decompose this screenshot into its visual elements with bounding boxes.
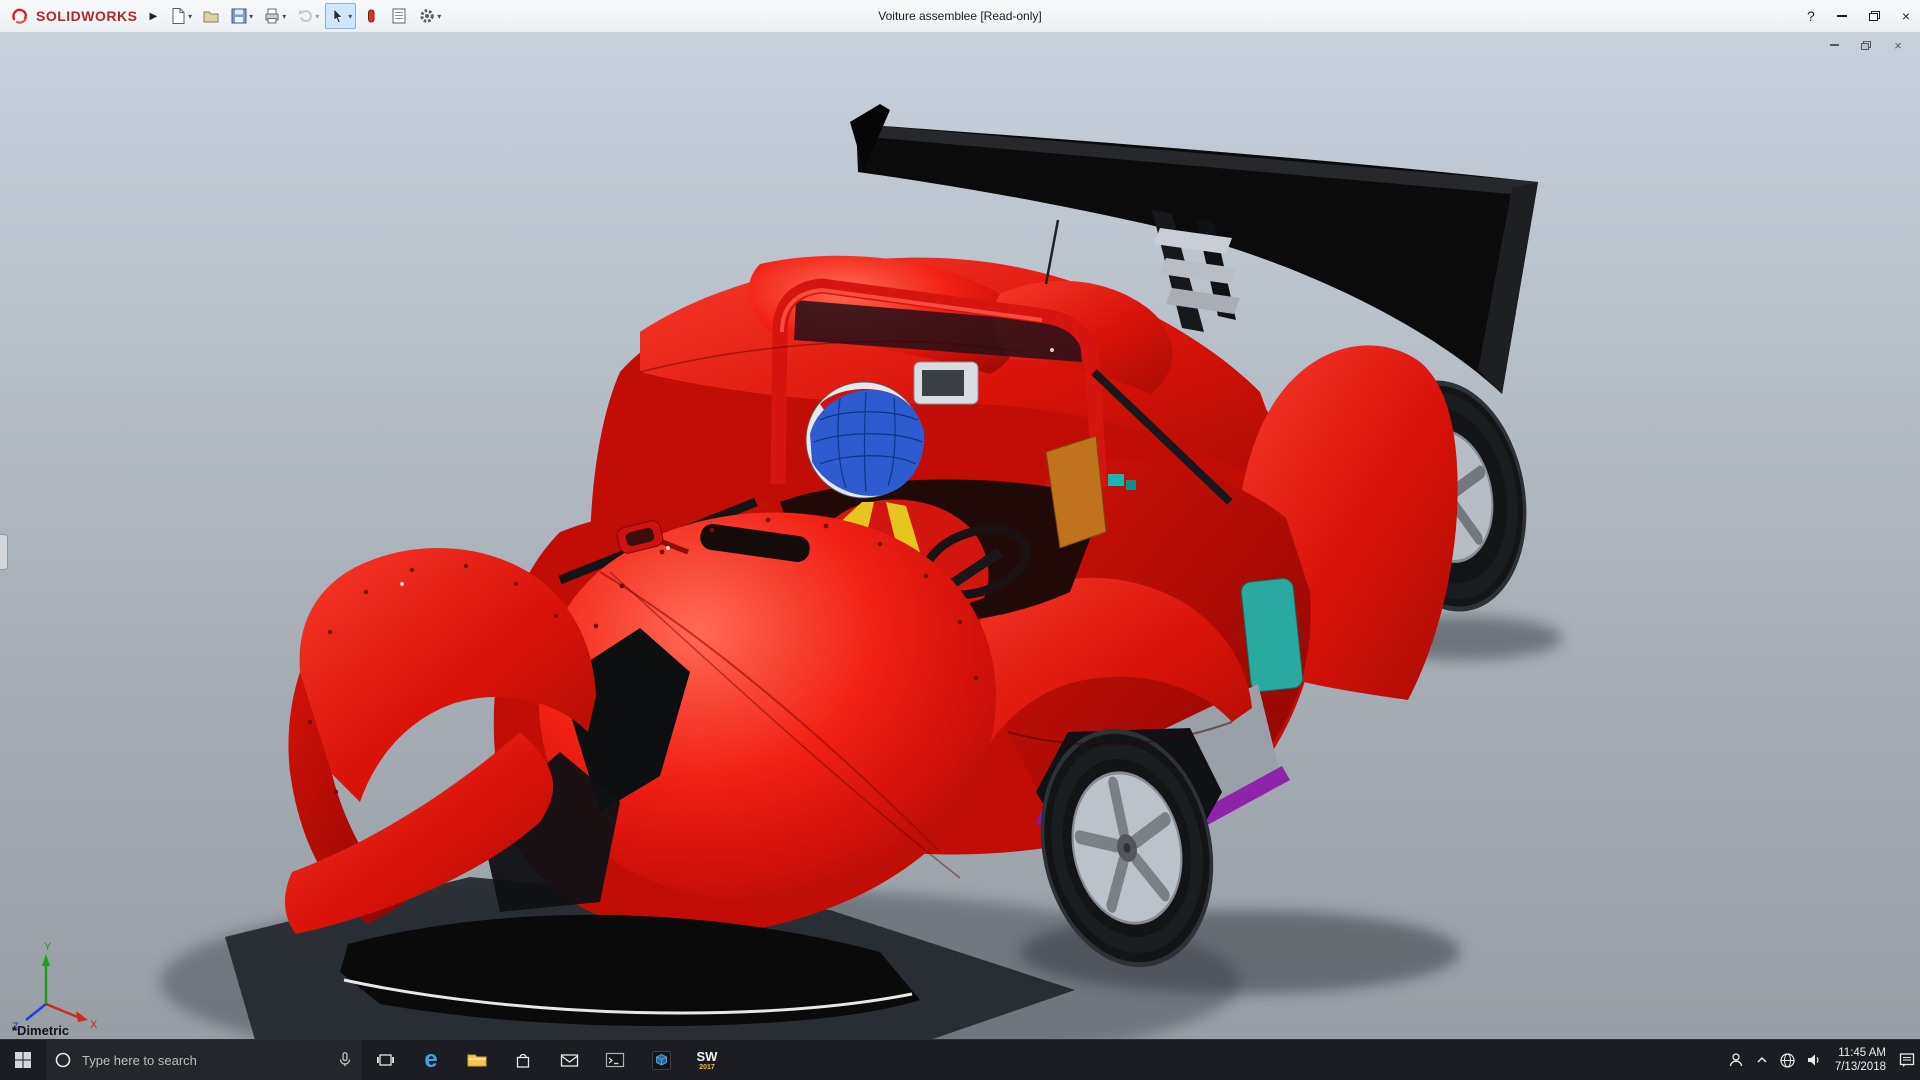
brand-wordmark: SOLIDWORKS	[36, 8, 137, 24]
print-button[interactable]: ▾	[259, 3, 290, 29]
system-tray: 11:45 AM 7/13/2018	[1723, 1040, 1920, 1080]
options-gear-icon	[418, 7, 436, 25]
file-explorer-button[interactable]	[454, 1040, 500, 1080]
restore-icon	[1869, 11, 1880, 21]
cortana-circle-icon	[54, 1051, 72, 1069]
start-button[interactable]	[0, 1040, 46, 1080]
cube-app-icon	[652, 1051, 671, 1070]
store-button[interactable]	[500, 1040, 546, 1080]
select-tool-button[interactable]: ▾	[325, 3, 356, 29]
windows-taskbar: e SW 2017	[0, 1039, 1920, 1080]
mail-button[interactable]	[546, 1040, 592, 1080]
axis-y-label: Y	[44, 941, 52, 953]
minimize-icon	[1837, 15, 1847, 17]
new-document-button[interactable]: ▾	[165, 3, 196, 29]
volume-icon	[1805, 1051, 1823, 1069]
file-explorer-icon	[467, 1051, 487, 1069]
close-button[interactable]: ×	[1902, 0, 1910, 32]
titlebar: SOLIDWORKS ▶ ▾ ▾	[0, 0, 1920, 33]
start-icon	[14, 1051, 32, 1069]
volume-button[interactable]	[1801, 1051, 1827, 1069]
network-icon	[1779, 1052, 1796, 1069]
restore-button[interactable]	[1869, 0, 1880, 32]
toolbar-flyout-arrow[interactable]: ▶	[149, 11, 157, 22]
dropdown-arrow[interactable]: ▾	[315, 12, 319, 21]
chevron-up-icon	[1755, 1053, 1769, 1067]
solidworks-app-year: 2017	[699, 1064, 715, 1071]
people-button[interactable]	[1723, 1051, 1749, 1069]
window-controls: ? ×	[1807, 0, 1910, 32]
featuremanager-collapse-tab[interactable]	[0, 534, 8, 570]
edge-icon: e	[424, 1046, 437, 1074]
doc-close-button[interactable]: ×	[1890, 38, 1906, 52]
help-button[interactable]: ?	[1807, 0, 1815, 32]
new-document-icon	[169, 7, 187, 25]
undo-button[interactable]: ▾	[292, 3, 323, 29]
command-prompt-icon	[605, 1051, 625, 1069]
people-icon	[1727, 1051, 1745, 1069]
select-cursor-icon	[329, 7, 347, 25]
solidworks-app-icon: SW	[697, 1050, 718, 1063]
print-icon	[263, 7, 281, 25]
undo-icon	[296, 7, 314, 25]
search-input[interactable]	[80, 1052, 328, 1069]
document-window-controls: ×	[1826, 38, 1906, 52]
doc-restore-button[interactable]	[1858, 38, 1874, 52]
dropdown-arrow[interactable]: ▾	[437, 12, 441, 21]
orientation-triad: Y X Z	[12, 941, 98, 1033]
ds-logo-icon	[10, 6, 30, 26]
solidworks-logo: SOLIDWORKS	[0, 0, 147, 32]
cube-app-button[interactable]	[638, 1040, 684, 1080]
tray-expand-button[interactable]	[1749, 1053, 1775, 1067]
dropdown-arrow[interactable]: ▾	[249, 12, 253, 21]
dropdown-arrow[interactable]: ▾	[282, 12, 286, 21]
microphone-icon[interactable]	[336, 1051, 354, 1069]
clock-date: 7/13/2018	[1835, 1060, 1886, 1074]
clock-time: 11:45 AM	[1838, 1046, 1886, 1060]
dropdown-arrow[interactable]: ▾	[188, 12, 192, 21]
network-button[interactable]	[1775, 1052, 1801, 1069]
save-button[interactable]: ▾	[226, 3, 257, 29]
view-orientation-label: *Dimetric	[12, 1023, 69, 1038]
solidworks-app-button[interactable]: SW 2017	[684, 1040, 730, 1080]
options-button[interactable]: ▾	[414, 3, 445, 29]
minimize-button[interactable]	[1837, 0, 1847, 32]
doc-minimize-icon	[1830, 44, 1839, 46]
doc-restore-icon	[1861, 41, 1871, 50]
quick-toolbar: ▾ ▾ ▾	[165, 3, 445, 29]
edge-button[interactable]: e	[408, 1040, 454, 1080]
task-view-button[interactable]	[362, 1040, 408, 1080]
file-properties-button[interactable]	[386, 3, 412, 29]
window-title: Voiture assemblee [Read-only]	[878, 0, 1041, 32]
taskbar-clock[interactable]: 11:45 AM 7/13/2018	[1827, 1046, 1894, 1075]
doc-minimize-button[interactable]	[1826, 38, 1842, 52]
open-button[interactable]	[198, 3, 224, 29]
dropdown-arrow[interactable]: ▾	[348, 12, 352, 21]
rebuild-icon	[362, 7, 380, 25]
car-model-render[interactable]: Y X Z	[0, 32, 1920, 1040]
command-prompt-button[interactable]	[592, 1040, 638, 1080]
store-bag-icon	[514, 1051, 532, 1069]
save-floppy-icon	[230, 7, 248, 25]
taskbar-search[interactable]	[46, 1040, 362, 1080]
action-center-icon	[1898, 1051, 1916, 1069]
graphics-area[interactable]: ×	[0, 32, 1920, 1040]
rebuild-button[interactable]	[358, 3, 384, 29]
action-center-button[interactable]	[1894, 1051, 1920, 1069]
file-properties-icon	[390, 7, 408, 25]
open-folder-icon	[202, 7, 220, 25]
task-view-icon	[376, 1051, 395, 1069]
axis-x-label: X	[90, 1019, 98, 1031]
mail-envelope-icon	[560, 1051, 579, 1069]
